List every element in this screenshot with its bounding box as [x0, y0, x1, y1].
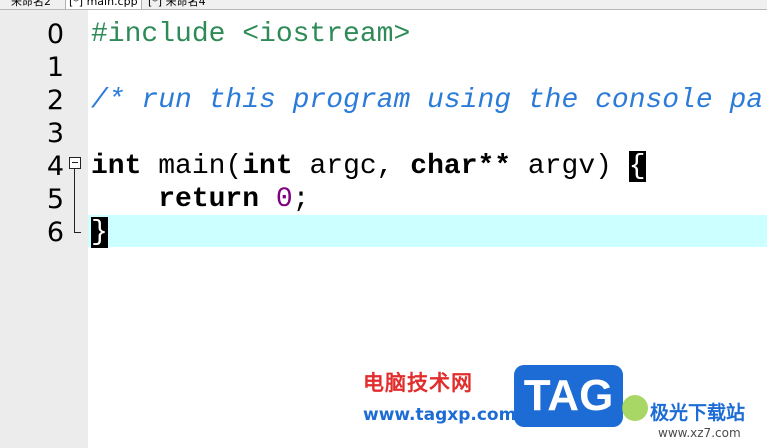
line-number: 5: [46, 184, 64, 215]
line-number: 6: [46, 217, 64, 248]
keyword-char: char**: [410, 151, 512, 182]
code-line-0[interactable]: #include <iostream>: [91, 18, 410, 51]
keyword-int: int: [242, 151, 293, 182]
keyword-int: int: [91, 151, 142, 182]
matched-brace-open: {: [628, 151, 646, 182]
fold-guide-line: [74, 169, 75, 233]
code-text: ;: [292, 184, 310, 215]
watermark-brand-name: 极光下载站: [650, 402, 746, 424]
code-line-4[interactable]: int main(int argc, char** argv) {: [91, 150, 646, 183]
aurora-logo-icon: [622, 395, 648, 421]
line-number: 1: [46, 52, 64, 83]
tab-untitled-2[interactable]: 未命名2: [8, 0, 54, 9]
tab-bar: 未命名2 [*] main.cpp [*] 未命名4: [0, 0, 767, 10]
line-number: 4: [46, 151, 64, 182]
tab-untitled-4[interactable]: [*] 未命名4: [145, 0, 209, 9]
code-line-6[interactable]: }: [91, 216, 108, 249]
fold-guide-end: [74, 232, 81, 233]
watermark-site-url: www.tagxp.com: [363, 405, 517, 425]
current-line-highlight: [88, 215, 767, 247]
fold-collapse-icon[interactable]: [69, 157, 81, 169]
watermark-brand-url: www.xz7.com: [658, 426, 741, 440]
code-text: main(: [141, 151, 243, 182]
tab-main-cpp[interactable]: [*] main.cpp: [65, 0, 142, 9]
code-line-2[interactable]: /* run this program using the console pa: [91, 84, 763, 117]
code-text: argc,: [292, 151, 411, 182]
matched-brace-close: }: [91, 217, 108, 248]
number-literal: 0: [275, 184, 293, 215]
line-number: 2: [46, 85, 64, 116]
code-text: argv): [511, 151, 629, 182]
keyword-return: return: [158, 184, 260, 215]
line-number: 0: [46, 19, 64, 50]
line-number: 3: [46, 118, 64, 149]
watermark-site-name: 电脑技术网: [363, 371, 473, 395]
watermark-tag-logo: TAG: [514, 365, 623, 427]
code-line-5[interactable]: return 0;: [91, 183, 309, 216]
